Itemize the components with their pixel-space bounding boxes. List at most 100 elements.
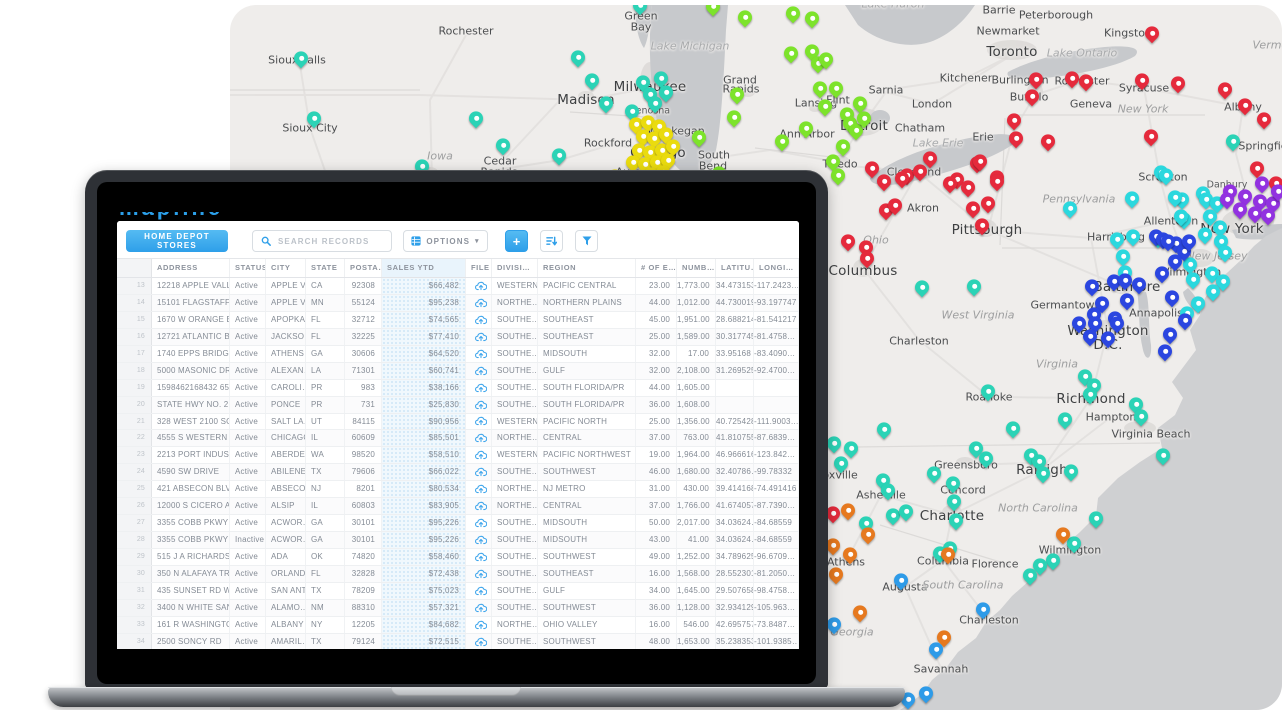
table-row[interactable]: 2612000 S CICERO AVEActiveALSIPIL60803$8… — [117, 498, 799, 515]
cell-division: SOUTHE… — [492, 312, 538, 328]
file-upload-cell[interactable] — [466, 566, 492, 582]
file-upload-cell[interactable] — [466, 397, 492, 413]
cell-status: Active — [230, 498, 266, 514]
file-upload-cell[interactable] — [466, 515, 492, 531]
cell-sales: $58,460 — [382, 549, 466, 565]
map-label: Lake Huron — [862, 5, 925, 11]
table-row[interactable]: 323400 N WHITE SAND …ActiveALAMO…NM88310… — [117, 600, 799, 617]
column-header-status[interactable]: STATUS — [230, 259, 266, 277]
cell-sales: $25,830 — [382, 397, 466, 413]
cell-region: CENTRAL — [538, 498, 636, 514]
table-row[interactable]: 20STATE HWY NO. 2 KM…ActivePONCEPR731$25… — [117, 397, 799, 414]
file-upload-cell[interactable] — [466, 414, 492, 430]
map-label: Barrie — [983, 5, 1016, 17]
table-row[interactable]: 232213 PORT INDUSTRI…ActiveABERDE…WA9852… — [117, 447, 799, 464]
file-upload-cell[interactable] — [466, 617, 492, 633]
cell-lng: -99.78332 — [754, 464, 799, 480]
options-button[interactable]: OPTIONS ▾ — [403, 230, 488, 252]
file-upload-cell[interactable] — [466, 447, 492, 463]
column-header-postal[interactable]: POSTA… — [345, 259, 382, 277]
cell-status: Active — [230, 363, 266, 379]
column-header-sales[interactable]: SALES YTD — [382, 259, 466, 277]
table-row[interactable]: 224555 S WESTERN BL…ActiveCHICAGOIL60609… — [117, 430, 799, 447]
column-header-address[interactable]: ADDRESS — [152, 259, 230, 277]
table-row[interactable]: 31435 SUNSET RD WESTActiveSAN ANT…TX7820… — [117, 583, 799, 600]
file-upload-cell[interactable] — [466, 312, 492, 328]
column-header-employees[interactable]: # OF E… — [636, 259, 677, 277]
cell-lat — [716, 397, 754, 413]
table-row[interactable]: 29515 J A RICHARDSON…ActiveADAOK74820$58… — [117, 549, 799, 566]
upload-cloud-icon — [475, 484, 487, 494]
file-upload-cell[interactable] — [466, 295, 492, 311]
map-label: Kitchener — [940, 72, 993, 85]
cell-postal: 8201 — [345, 481, 382, 497]
column-header-region[interactable]: REGION — [538, 259, 636, 277]
column-header-row-number[interactable] — [117, 259, 152, 277]
laptop-notch — [391, 687, 521, 696]
cell-postal: 983 — [345, 380, 382, 396]
dataset-button[interactable]: HOME DEPOT STORES — [126, 230, 228, 252]
cell-employees: 25.00 — [636, 329, 677, 345]
cell-region: NORTHERN PLAINS — [538, 295, 636, 311]
cell-status: Active — [230, 464, 266, 480]
table-row[interactable]: 30350 N ALAFAYA TRAILActiveORLAND…FL3282… — [117, 566, 799, 583]
file-upload-cell[interactable] — [466, 329, 492, 345]
cell-city: APPLE V… — [266, 278, 306, 294]
table-row[interactable]: 185000 MASONIC DRActiveALEXAN…LA71301$60… — [117, 363, 799, 380]
table-row[interactable]: 1312218 APPLE VALLEY …ActiveAPPLE V…CA92… — [117, 278, 799, 295]
cell-lat: 42.695757 — [716, 617, 754, 633]
file-upload-cell[interactable] — [466, 583, 492, 599]
column-header-lng[interactable]: LONGI… — [754, 259, 799, 277]
file-upload-cell[interactable] — [466, 278, 492, 294]
cell-lat: 34.473153 — [716, 278, 754, 294]
column-header-city[interactable]: CITY — [266, 259, 306, 277]
cell-region: SOUTHEAST — [538, 329, 636, 345]
table-row[interactable]: 171740 EPPS BRIDGE RDActiveATHENSGA30606… — [117, 346, 799, 363]
table-row[interactable]: 342500 SONCY RDActiveAMARIL…TX79124$72,5… — [117, 634, 799, 649]
cell-lat: 34.03624… — [716, 532, 754, 548]
file-upload-cell[interactable] — [466, 464, 492, 480]
column-header-lat[interactable]: LATITU… — [716, 259, 754, 277]
column-header-division[interactable]: DIVISI… — [492, 259, 538, 277]
cell-number: 1,605.00 — [677, 380, 716, 396]
table-row[interactable]: 151670 W ORANGE BLO…ActiveAPOPKAFL32712$… — [117, 312, 799, 329]
table-row[interactable]: 283355 COBB PKWYInactiveACWOR…GA30101$95… — [117, 532, 799, 549]
cell-lng: -87.7390… — [754, 498, 799, 514]
cell-region: GULF — [538, 363, 636, 379]
file-upload-cell[interactable] — [466, 430, 492, 446]
chevron-down-icon: ▾ — [475, 237, 480, 245]
column-header-number[interactable]: NUMB… — [677, 259, 716, 277]
file-upload-cell[interactable] — [466, 600, 492, 616]
cell-status: Active — [230, 617, 266, 633]
table-row[interactable]: 33161 R WASHINGTON A…ActiveALBANYNY12205… — [117, 617, 799, 634]
table-row[interactable]: 1415101 FLAGSTAFF AVEActiveAPPLE V…MN551… — [117, 295, 799, 312]
file-upload-cell[interactable] — [466, 498, 492, 514]
sort-button[interactable] — [540, 230, 563, 252]
table-row[interactable]: 25421 ABSECON BLVDActiveABSECONNJ8201$80… — [117, 481, 799, 498]
file-upload-cell[interactable] — [466, 634, 492, 649]
file-upload-cell[interactable] — [466, 532, 492, 548]
map-label: West Virginia — [941, 309, 1014, 322]
upload-cloud-icon — [475, 467, 487, 477]
table-row[interactable]: 244590 SW DRIVEActiveABILENETX79606$66,0… — [117, 464, 799, 481]
column-header-file[interactable]: FILE — [466, 259, 492, 277]
column-header-state[interactable]: STATE — [306, 259, 345, 277]
filter-button[interactable] — [575, 230, 598, 252]
cell-region: OHIO VALLEY — [538, 617, 636, 633]
cell-status: Inactive — [230, 532, 266, 548]
file-upload-cell[interactable] — [466, 549, 492, 565]
file-upload-cell[interactable] — [466, 363, 492, 379]
file-upload-cell[interactable] — [466, 346, 492, 362]
cell-postal: 30101 — [345, 515, 382, 531]
cell-status: Active — [230, 380, 266, 396]
table-row[interactable]: 191598462168432 65TH …ActiveCAROLI…PR983… — [117, 380, 799, 397]
table-row[interactable]: 273355 COBB PKWYActiveACWOR…GA30101$95,2… — [117, 515, 799, 532]
file-upload-cell[interactable] — [466, 481, 492, 497]
file-upload-cell[interactable] — [466, 380, 492, 396]
table-row[interactable]: 21328 WEST 2100 SOUT…ActiveSALT LA…UT841… — [117, 414, 799, 431]
add-record-button[interactable]: + — [505, 230, 528, 252]
map-label: Charleston — [959, 614, 1019, 627]
table-row[interactable]: 1612721 ATLANTIC BLVDActiveJACKSO…FL3222… — [117, 329, 799, 346]
search-input[interactable]: SEARCH RECORDS — [252, 230, 392, 252]
cell-region: SOUTHWEST — [538, 464, 636, 480]
